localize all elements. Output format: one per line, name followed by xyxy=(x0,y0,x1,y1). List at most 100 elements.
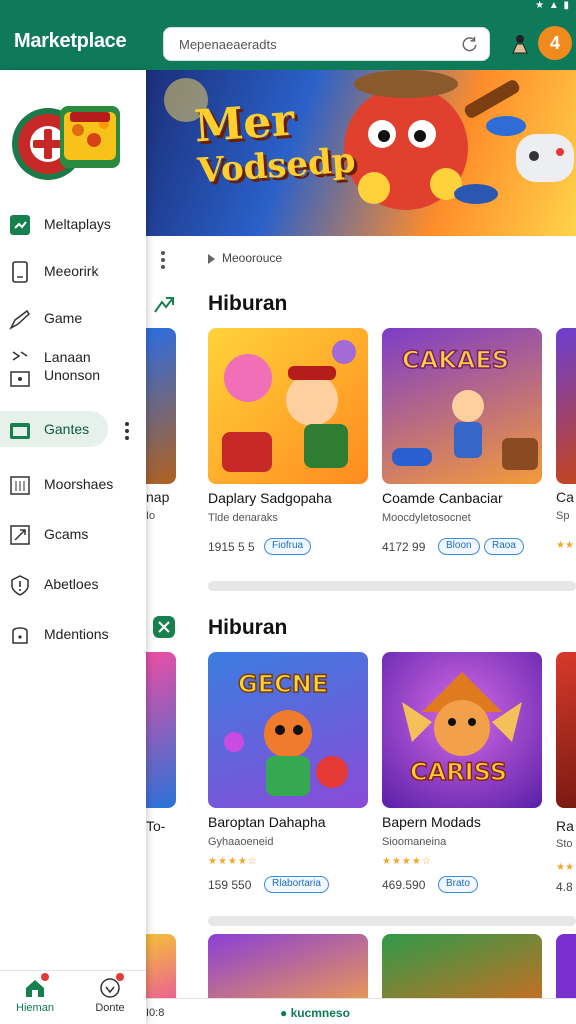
card-partial-sub: Sto xyxy=(556,838,573,850)
game-art-image: CARISS xyxy=(382,652,542,808)
share-icon xyxy=(10,351,30,387)
nav-label: Moorshaes xyxy=(44,476,114,492)
game-card[interactable]: CARISS Bapern Modads Sioomaneina ★★★★☆ 4… xyxy=(382,652,542,894)
card-title: Coamde Canbaciar xyxy=(382,490,503,506)
card-partial-name: Ca xyxy=(556,489,574,505)
game-logo-icon xyxy=(12,106,120,180)
game-card[interactable]: Daplary Sadgopaha Tlde denaraks 1915 5 5… xyxy=(208,328,368,556)
card-rating: ★★★★☆ xyxy=(382,856,432,867)
card-meta: 1915 5 5 Fiofrua xyxy=(208,538,368,556)
svg-text:GECNE: GECNE xyxy=(238,670,328,698)
card-price: 159 550 xyxy=(208,878,252,892)
game-art-image: GECNE xyxy=(208,652,368,808)
app-title: Marketplace xyxy=(14,30,127,52)
bottom-nav-label: Donte xyxy=(95,1002,125,1014)
nav-label: Gantes xyxy=(44,421,90,437)
bottom-nav-home[interactable]: Hieman xyxy=(5,973,65,1014)
nav-label: Meeorirk xyxy=(44,263,99,279)
card-tag[interactable]: Bloon xyxy=(438,538,480,555)
time-label: I0:8 xyxy=(146,1007,165,1019)
calendar-icon xyxy=(10,476,30,495)
breadcrumb-label[interactable]: Meoorouce xyxy=(222,251,282,265)
card-title: Bapern Modads xyxy=(382,814,481,830)
nav-label: Lanaan Unonson xyxy=(44,349,101,383)
card-partial-right[interactable] xyxy=(556,652,576,808)
main-content: Mer Vodsedp Meoorouce Hiburan nap Io Dap… xyxy=(146,70,576,1024)
hero-banner[interactable]: Mer Vodsedp xyxy=(146,70,576,236)
more-vert-icon[interactable] xyxy=(160,250,166,270)
card-meta: 469.590 Brato xyxy=(382,876,542,894)
bottom-status-strip: I0:8 ● kucmneso xyxy=(146,998,576,1024)
nav-item-mdentions[interactable]: Mdentions xyxy=(0,616,146,652)
card-partial-left[interactable] xyxy=(146,328,176,484)
home-icon xyxy=(24,973,49,999)
search-placeholder: Mepenaeaeradts xyxy=(179,37,277,52)
nav-item-game[interactable]: Game xyxy=(0,300,146,336)
nav-item-meeorirk[interactable]: Meeorirk xyxy=(0,253,146,289)
card-tag[interactable]: Fiofrua xyxy=(264,538,312,555)
badge-dot xyxy=(116,973,124,981)
nav-label: Meltaplays xyxy=(44,216,111,232)
svg-text:CAKAES: CAKAES xyxy=(402,346,509,374)
section-title: Hiburan xyxy=(208,292,288,315)
nav-item-meltaplays[interactable]: Meltaplays xyxy=(0,206,146,242)
banner-title: Mer Vodsedp xyxy=(193,95,357,194)
section-title: Hiburan xyxy=(208,616,288,639)
card-partial-sub: Io xyxy=(146,510,156,522)
card-partial-stars: ★★ xyxy=(556,862,574,873)
card-partial-left[interactable] xyxy=(146,652,176,808)
notification-button[interactable]: 4 xyxy=(538,26,572,60)
nav-label: Game xyxy=(44,310,83,326)
section-scrollbar[interactable] xyxy=(208,916,576,926)
badge-dot xyxy=(41,973,49,981)
bottom-nav-donte[interactable]: Donte xyxy=(80,973,140,1014)
card-meta: 159 550 Rlabortaria xyxy=(208,876,368,894)
trend-icon xyxy=(154,297,174,313)
pen-icon xyxy=(9,309,30,330)
app-bar: ★ ▲ ▮ Marketplace Mepenaeaeradts 4 xyxy=(0,0,576,70)
breadcrumb: Meoorouce xyxy=(146,238,576,282)
card-title: Daplary Sadgopaha xyxy=(208,490,332,506)
caret-right-icon xyxy=(208,254,215,264)
game-art-image: CAKAES xyxy=(382,328,542,484)
card-price: 1915 5 5 xyxy=(208,540,255,554)
folder-icon xyxy=(10,423,30,439)
bottom-link[interactable]: ● kucmneso xyxy=(280,1006,350,1020)
nav-item-gantes[interactable]: Gantes xyxy=(0,411,108,447)
document-icon xyxy=(12,261,28,283)
status-bar-icons: ★ ▲ ▮ xyxy=(535,0,570,11)
circle-icon xyxy=(12,627,28,644)
nav-item-gcams[interactable]: Gcams xyxy=(0,516,146,552)
card-partial-right[interactable] xyxy=(556,328,576,484)
card-tag[interactable]: Raoa xyxy=(484,538,524,555)
store-icon xyxy=(10,215,30,235)
card-partial-name: To- xyxy=(146,818,166,834)
info-icon xyxy=(11,575,29,596)
card-subtitle: Sioomaneina xyxy=(382,836,447,848)
section-scrollbar[interactable] xyxy=(208,581,576,591)
drawer-bottom-nav: Hieman Donte xyxy=(0,970,146,1024)
nav-item-abetloes[interactable]: Abetloes xyxy=(0,566,146,602)
refresh-icon[interactable] xyxy=(461,35,479,53)
card-price: 4172 99 xyxy=(382,540,426,554)
card-subtitle: Moocdyletosocnet xyxy=(382,512,471,524)
card-partial-sub: Sp xyxy=(556,510,570,522)
nav-item-lanaan[interactable]: Lanaan Unonson xyxy=(0,346,146,390)
expand-icon xyxy=(10,525,30,545)
game-card[interactable]: GECNE Baroptan Dahapha Gyhaaoeneid ★★★★☆… xyxy=(208,652,368,894)
game-card[interactable]: CAKAES Coamde Canbaciar Moocdyletosocnet… xyxy=(382,328,542,556)
card-partial-price: 4.8 xyxy=(556,880,573,894)
nav-item-moorshaes[interactable]: Moorshaes xyxy=(0,466,146,502)
person-icon[interactable] xyxy=(510,32,530,54)
card-tag[interactable]: Brato xyxy=(438,876,478,893)
heart-icon xyxy=(99,973,124,999)
navigation-drawer: Meltaplays Meeorirk Game Lanaan Unonson … xyxy=(0,70,146,1024)
card-tag[interactable]: Rlabortaria xyxy=(264,876,329,893)
close-badge-icon xyxy=(153,616,175,638)
search-input[interactable]: Mepenaeaeradts xyxy=(163,27,490,61)
game-art-image xyxy=(208,328,368,484)
card-partial-name: Ra xyxy=(556,818,574,834)
more-vert-icon[interactable] xyxy=(122,420,132,442)
nav-label: Abetloes xyxy=(44,576,99,592)
svg-text:CARISS: CARISS xyxy=(410,758,507,786)
